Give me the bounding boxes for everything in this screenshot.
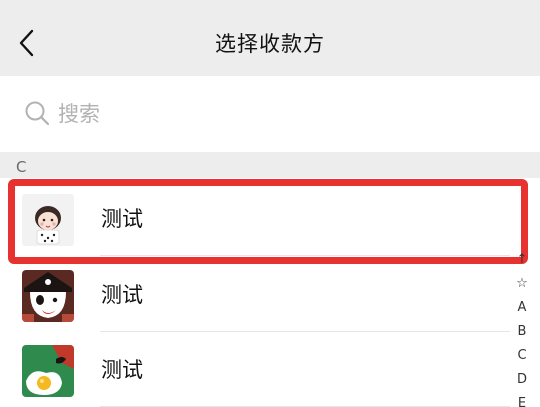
index-item-b[interactable]: B bbox=[510, 320, 534, 344]
row-divider bbox=[100, 255, 510, 256]
index-item-star[interactable]: ☆ bbox=[510, 272, 534, 296]
contact-row[interactable]: 测试 bbox=[0, 258, 510, 332]
index-item-c[interactable]: C bbox=[510, 344, 534, 368]
page-title: 选择收款方 bbox=[215, 32, 325, 56]
pirate-cartoon-avatar bbox=[22, 270, 74, 322]
girl-cartoon-avatar bbox=[22, 194, 74, 246]
contact-row[interactable]: 测试 bbox=[0, 182, 510, 256]
alphabet-index-bar[interactable]: ↑ ☆ A B C D E bbox=[510, 248, 534, 407]
section-letter: C bbox=[16, 158, 27, 176]
contact-name: 测试 bbox=[101, 207, 143, 231]
index-item-up[interactable]: ↑ bbox=[510, 248, 534, 272]
row-divider bbox=[100, 331, 510, 332]
nav-header: 选择收款方 bbox=[0, 0, 540, 76]
contact-row[interactable]: 测试 bbox=[0, 333, 510, 407]
egg-cartoon-avatar bbox=[22, 345, 74, 397]
search-icon bbox=[25, 101, 50, 126]
contact-name: 测试 bbox=[101, 358, 143, 382]
index-item-d[interactable]: D bbox=[510, 368, 534, 392]
search-input[interactable] bbox=[58, 98, 478, 130]
section-header: C bbox=[0, 152, 540, 178]
index-item-a[interactable]: A bbox=[510, 296, 534, 320]
index-item-e[interactable]: E bbox=[510, 392, 534, 407]
select-payee-screen: 选择收款方 C bbox=[0, 0, 540, 407]
contact-name: 测试 bbox=[101, 283, 143, 307]
search-bar bbox=[0, 76, 540, 152]
